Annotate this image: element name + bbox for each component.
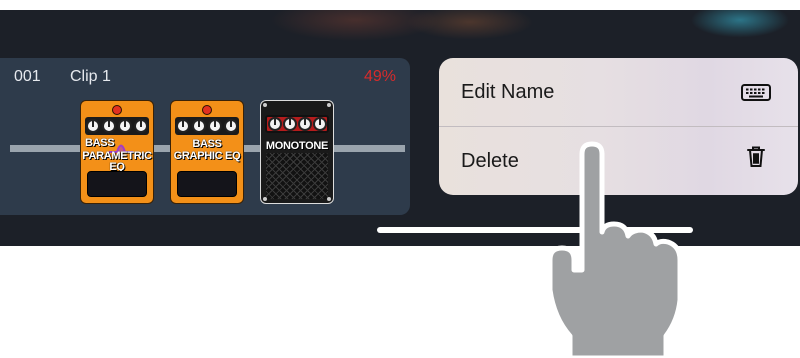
knob-icon xyxy=(192,119,206,133)
knob-icon xyxy=(267,117,282,131)
menu-item-label: Edit Name xyxy=(461,80,555,103)
footswitch xyxy=(87,171,147,197)
clip-percent: 49% xyxy=(364,68,397,85)
knob-icon xyxy=(86,119,100,133)
menu-item-label: Delete xyxy=(461,149,519,172)
pedal-label-line1: MONOTONE xyxy=(265,140,329,152)
pedal-knobs xyxy=(175,117,239,135)
speaker-grille xyxy=(266,153,328,199)
pedal-label-line2: PARAMETRIC EQ xyxy=(82,150,152,173)
knob-icon xyxy=(208,119,222,133)
knob-icon xyxy=(176,119,190,133)
screw-icon xyxy=(327,103,331,107)
clip-number: 001 xyxy=(14,68,41,85)
led-icon xyxy=(202,105,212,115)
knob-icon xyxy=(297,117,312,131)
knob-icon xyxy=(134,119,148,133)
pedal-knobs xyxy=(85,117,149,135)
top-strip xyxy=(0,0,800,10)
knob-icon xyxy=(118,119,132,133)
trash-icon xyxy=(747,146,765,167)
clip-card[interactable]: 001 Clip 1 49% BASS PARAMETRIC EQ BASS G… xyxy=(0,58,410,215)
keyboard-icon xyxy=(741,84,771,101)
pointing-hand-icon xyxy=(547,141,683,358)
pedal-monotone[interactable]: MONOTONE xyxy=(260,100,334,204)
clip-name: Clip 1 xyxy=(70,68,111,85)
footswitch xyxy=(177,171,237,197)
led-icon xyxy=(112,105,122,115)
pedal-knobs xyxy=(265,115,329,133)
knob-icon xyxy=(312,117,327,131)
knob-icon xyxy=(102,119,116,133)
menu-item-edit-name[interactable]: Edit Name xyxy=(439,58,798,126)
pedal-label-line1: BASS xyxy=(192,138,222,150)
pedal-label-line2: GRAPHIC EQ xyxy=(173,150,241,162)
screw-icon xyxy=(263,103,267,107)
pedal-bass-parametric-eq[interactable]: BASS PARAMETRIC EQ xyxy=(80,100,154,204)
screw-icon xyxy=(263,197,267,201)
pedal-bass-graphic-eq[interactable]: BASS GRAPHIC EQ xyxy=(170,100,244,204)
knob-icon xyxy=(224,119,238,133)
knob-icon xyxy=(282,117,297,131)
screw-icon xyxy=(327,197,331,201)
